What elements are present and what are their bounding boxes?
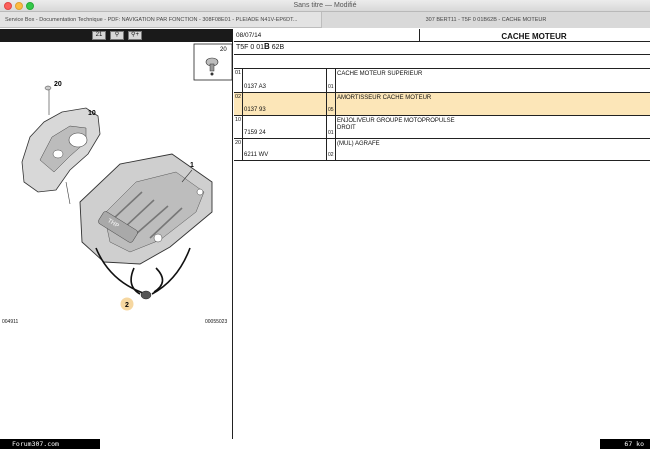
part-description: (MUL) AGRAFE [337,141,380,147]
part-reference: 7159 24 [244,130,266,136]
table-row[interactable]: 01 0137 A3 01 CACHE MOTEUR SUPERIEUR [234,69,650,93]
table-row[interactable]: 10 7159 24 01 ENJOLIVEUR GROUPE MOTOPROP… [234,116,650,139]
part-quantity: 01 [328,84,334,90]
item-number: 01 [235,70,242,76]
engine-cover-part: THP [79,153,213,265]
diagram-code-left: 004911 [2,319,19,325]
page-title: CACHE MOTEUR [501,32,567,41]
tab-bar: Service Box - Documentation Technique - … [0,12,650,28]
callout-1: 1 [190,162,194,169]
callout-2: 2 [125,302,129,309]
callout-10: 10 [88,110,96,117]
status-bar: Forum307.com 67 ko [0,439,650,449]
engine-side-trim-part [21,107,101,205]
damper-2-part [140,290,152,300]
zoom-icon[interactable]: ⚲ [110,31,124,40]
parts-header: 08/07/14 CACHE MOTEUR T5F 0 01B 62B [234,29,650,55]
part-reference: 6211 WV [244,152,269,158]
part-description: AMORTISSEUR CACHE MOTEUR [337,95,432,101]
file-size: 67 ko [600,439,650,449]
part-description: ENJOLIVEUR GROUPE MOTOPROPULSE DROIT [337,118,455,131]
parts-date: 08/07/14 [236,32,262,39]
plate-reference: T5F 0 01B 62B [236,42,285,51]
tab-cache-moteur[interactable]: 307 BERT11 - T5F 0 01B62B - CACHE MOTEUR [322,12,650,28]
table-row[interactable]: 20 6211 WV 02 (MUL) AGRAFE [234,139,650,161]
window-title: Sans titre — Modifié [293,2,357,9]
tab-service-box[interactable]: Service Box - Documentation Technique - … [0,12,322,28]
exploded-view-drawing: 20 20 10 THP 1 2 [21,43,233,311]
part-description: CACHE MOTEUR SUPERIEUR [337,71,423,77]
diagram-pane: 21 ⚲ ⚲+ 20 20 10 THP 1 2 004911 00055023 [0,29,233,439]
page-button[interactable]: 21 [92,31,106,40]
callout-20: 20 [54,81,62,88]
item-number: 20 [235,140,242,146]
diagram-code-right: 00055023 [205,319,228,325]
callout-20-top: 20 [220,47,227,53]
diagram-toolbar: 21 ⚲ ⚲+ [0,29,233,42]
part-quantity: 01 [328,130,334,136]
part-reference: 0137 93 [244,107,266,113]
clip-20-part [44,85,52,91]
part-quantity: 05 [328,107,334,113]
zoom-in-icon[interactable]: ⚲+ [128,31,142,40]
clip-thumbnail[interactable]: 20 [193,43,233,81]
table-row[interactable]: 02 0137 93 05 AMORTISSEUR CACHE MOTEUR [234,93,650,116]
part-reference: 0137 A3 [244,84,267,90]
parts-list-pane: 08/07/14 CACHE MOTEUR T5F 0 01B 62B 01 0… [234,29,650,439]
part-quantity: 02 [328,152,334,158]
window-titlebar: Sans titre — Modifié [0,0,650,12]
item-number: 02 [235,94,242,100]
forum-watermark: Forum307.com [0,439,100,449]
parts-subheader [234,55,650,69]
item-number: 10 [235,117,242,123]
